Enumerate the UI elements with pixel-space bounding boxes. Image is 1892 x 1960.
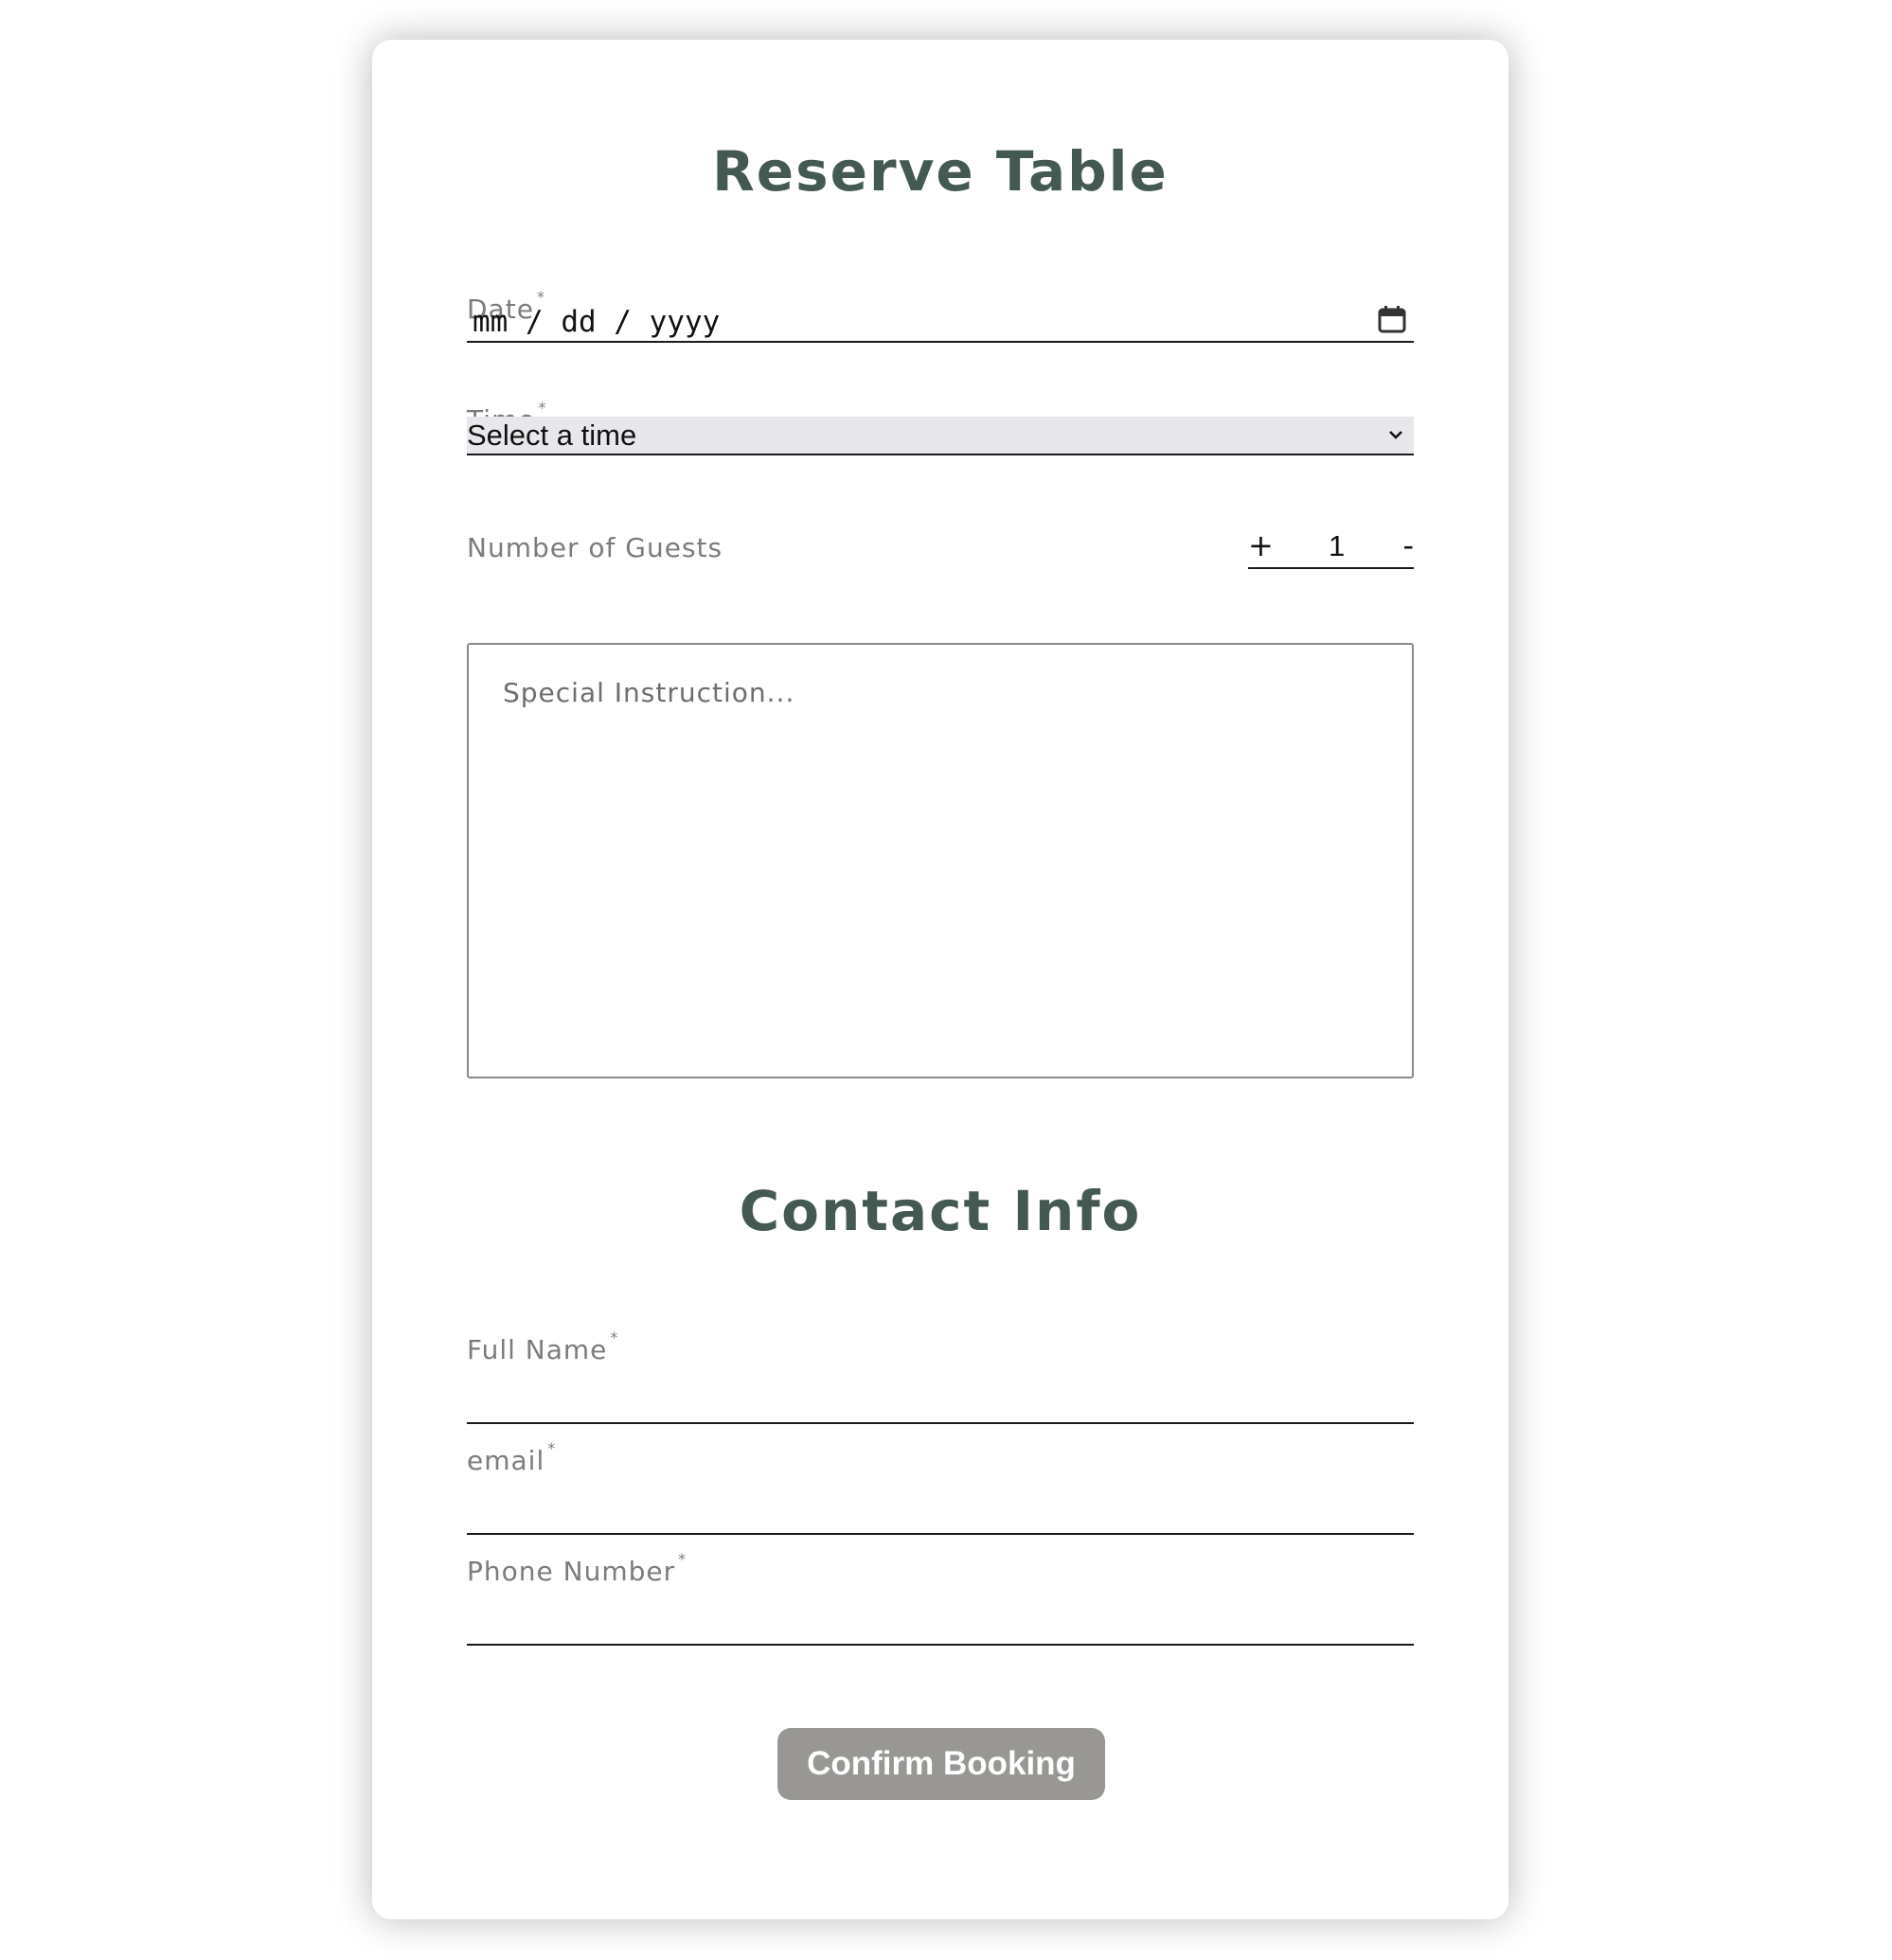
contact-info-title: Contact Info [739,1179,1142,1243]
date-placeholder: mm / dd / yyyy [473,305,721,339]
required-mark: * [678,1550,687,1568]
full-name-input[interactable] [467,1382,1414,1424]
booking-card: Reserve Table Date* mm / dd / yyyy Time*… [372,40,1508,1919]
phone-input[interactable] [467,1604,1414,1646]
required-mark: * [538,399,547,417]
email-input[interactable] [467,1493,1414,1535]
increment-button[interactable]: + [1248,527,1274,563]
full-name-label: Full Name * [467,1328,618,1365]
guests-stepper: + 1 - [1248,527,1414,569]
date-input[interactable]: mm / dd / yyyy [467,303,1414,343]
special-instructions-placeholder: Special Instruction... [503,677,795,708]
guests-count: 1 [1329,529,1346,562]
full-name-label-text: Full Name [467,1334,608,1365]
required-mark: * [610,1328,619,1346]
phone-label: Phone Number * [467,1550,687,1587]
page-title: Reserve Table [712,139,1169,204]
required-mark: * [547,1439,557,1457]
phone-label-text: Phone Number [467,1556,676,1587]
chevron-down-icon [1389,431,1402,439]
time-selected-value: Select a time [467,419,637,452]
email-label-text: email [467,1445,545,1476]
email-label: email * [467,1439,556,1476]
guests-label: Number of Guests [467,532,723,563]
confirm-booking-button[interactable]: Confirm Booking [777,1728,1105,1800]
time-select[interactable]: Select a time [467,417,1414,455]
decrement-button[interactable]: - [1402,527,1414,563]
special-instructions-textarea[interactable]: Special Instruction... [467,643,1414,1078]
calendar-icon[interactable] [1378,305,1406,333]
